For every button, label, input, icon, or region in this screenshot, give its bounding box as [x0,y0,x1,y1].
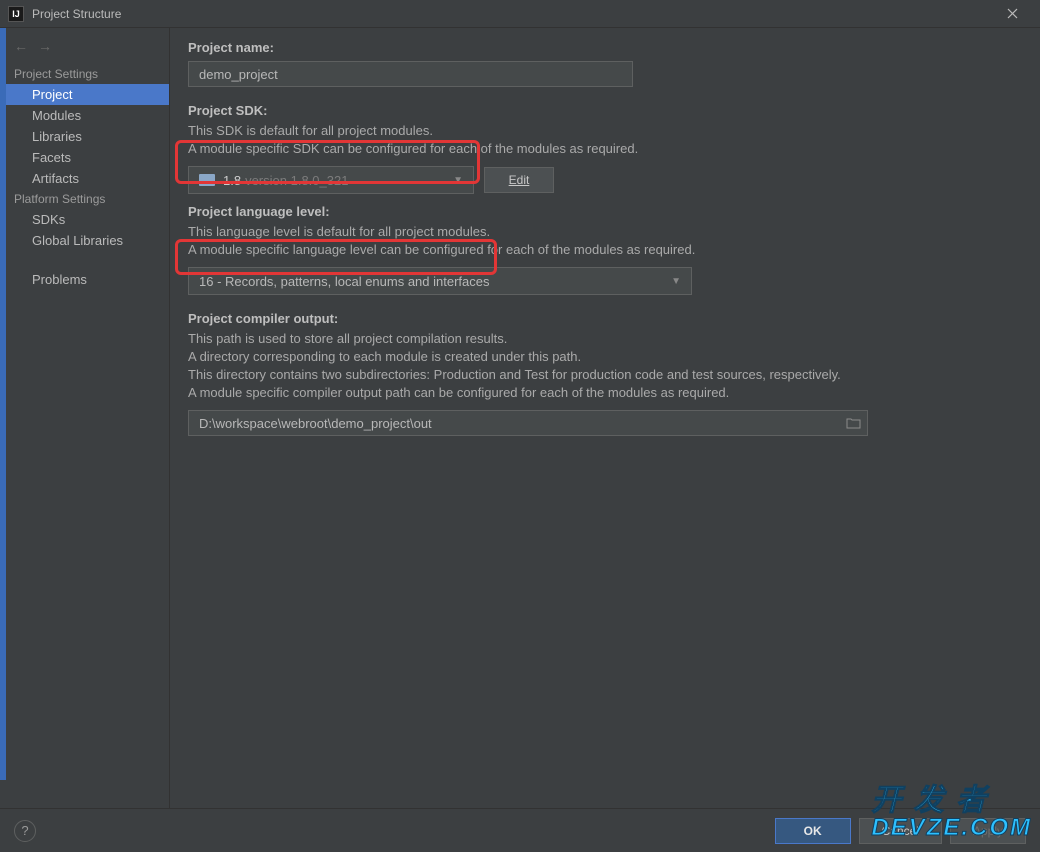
app-icon: IJ [8,6,24,22]
sidebar-item-libraries[interactable]: Libraries [0,126,169,147]
close-icon [1007,8,1018,19]
ok-button[interactable]: OK [775,818,851,844]
back-button[interactable]: ← [14,38,28,54]
compiler-output-desc-4: A module specific compiler output path c… [188,384,1022,402]
language-level-dropdown[interactable]: 16 - Records, patterns, local enums and … [188,267,692,295]
content-area: ← → Project Settings Project Modules Lib… [0,28,1040,808]
project-sdk-desc-1: This SDK is default for all project modu… [188,122,1022,140]
compiler-output-desc-3: This directory contains two subdirectori… [188,366,1022,384]
compiler-output-desc-1: This path is used to store all project c… [188,330,1022,348]
project-name-input[interactable] [188,61,633,87]
compiler-output-desc-2: A directory corresponding to each module… [188,348,1022,366]
folder-open-icon [846,417,862,429]
window-title: Project Structure [32,7,121,21]
main-panel: Project name: Project SDK: This SDK is d… [170,28,1040,808]
language-level-desc-2: A module specific language level can be … [188,241,1022,259]
project-name-label: Project name: [188,40,1022,55]
nav-arrows: ← → [0,34,169,64]
language-level-label: Project language level: [188,204,1022,219]
sidebar-section-platform-settings: Platform Settings [0,189,169,209]
button-bar: ? OK Cancel Apply [0,808,1040,852]
sidebar-item-facets[interactable]: Facets [0,147,169,168]
language-level-value: 16 - Records, patterns, local enums and … [199,274,489,289]
chevron-down-icon: ▼ [453,175,463,186]
sidebar-item-artifacts[interactable]: Artifacts [0,168,169,189]
cancel-button[interactable]: Cancel [859,818,942,844]
language-level-desc-1: This language level is default for all p… [188,223,1022,241]
help-button[interactable]: ? [14,820,36,842]
folder-icon [199,174,215,186]
chevron-down-icon: ▼ [671,276,681,287]
project-sdk-label: Project SDK: [188,103,1022,118]
browse-folder-button[interactable] [846,417,862,429]
sidebar-item-modules[interactable]: Modules [0,105,169,126]
close-button[interactable] [992,0,1032,28]
sdk-version: version 1.8.0_321 [245,173,348,188]
sidebar-item-sdks[interactable]: SDKs [0,209,169,230]
sidebar-section-project-settings: Project Settings [0,64,169,84]
sidebar-item-project[interactable]: Project [0,84,169,105]
compiler-output-label: Project compiler output: [188,311,1022,326]
sdk-name: 1.8 [223,173,241,188]
apply-button[interactable]: Apply [950,818,1026,844]
compiler-output-input[interactable] [188,410,868,436]
left-accent-strip [0,28,6,780]
sidebar: ← → Project Settings Project Modules Lib… [0,28,170,808]
edit-sdk-button[interactable]: Edit [484,167,554,193]
sidebar-item-global-libraries[interactable]: Global Libraries [0,230,169,251]
project-sdk-dropdown[interactable]: 1.8 version 1.8.0_321 ▼ [188,166,474,194]
forward-button[interactable]: → [38,38,52,54]
project-sdk-desc-2: A module specific SDK can be configured … [188,140,1022,158]
sidebar-item-problems[interactable]: Problems [0,269,169,290]
titlebar: IJ Project Structure [0,0,1040,28]
